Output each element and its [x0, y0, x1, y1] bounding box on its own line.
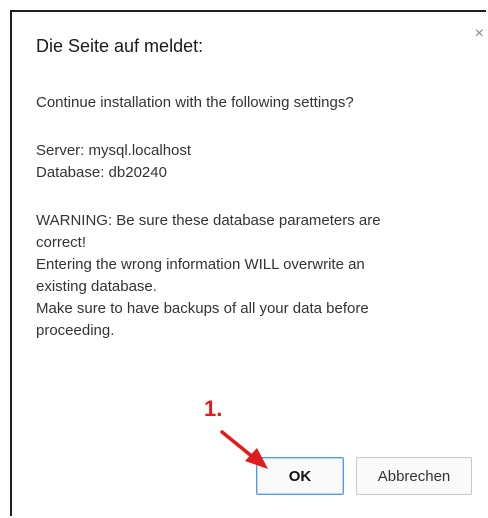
message-warning-line-3: Entering the wrong information WILL over…	[36, 256, 365, 273]
step-number-label: 1.	[204, 396, 223, 421]
close-icon[interactable]: ×	[475, 26, 484, 42]
message-server: Server: mysql.localhost	[36, 142, 192, 159]
message-warning-line-4: existing database.	[36, 278, 157, 295]
alert-dialog: × Die Seite auf meldet: Continue install…	[10, 10, 486, 516]
dialog-title: Die Seite auf meldet:	[36, 36, 204, 56]
message-warning-line-5: Make sure to have backups of all your da…	[36, 300, 369, 317]
message-database: Database: db20240	[36, 164, 167, 181]
message-intro: Continue installation with the following…	[36, 94, 354, 111]
cancel-button[interactable]: Abbrechen	[356, 457, 472, 495]
message-warning-line-6: proceeding.	[36, 322, 115, 339]
message-warning-line-1: WARNING: Be sure these database paramete…	[36, 212, 381, 229]
ok-button[interactable]: OK	[256, 457, 344, 495]
redacted-domain	[248, 35, 416, 59]
message-warning-line-2: correct!	[36, 234, 87, 251]
